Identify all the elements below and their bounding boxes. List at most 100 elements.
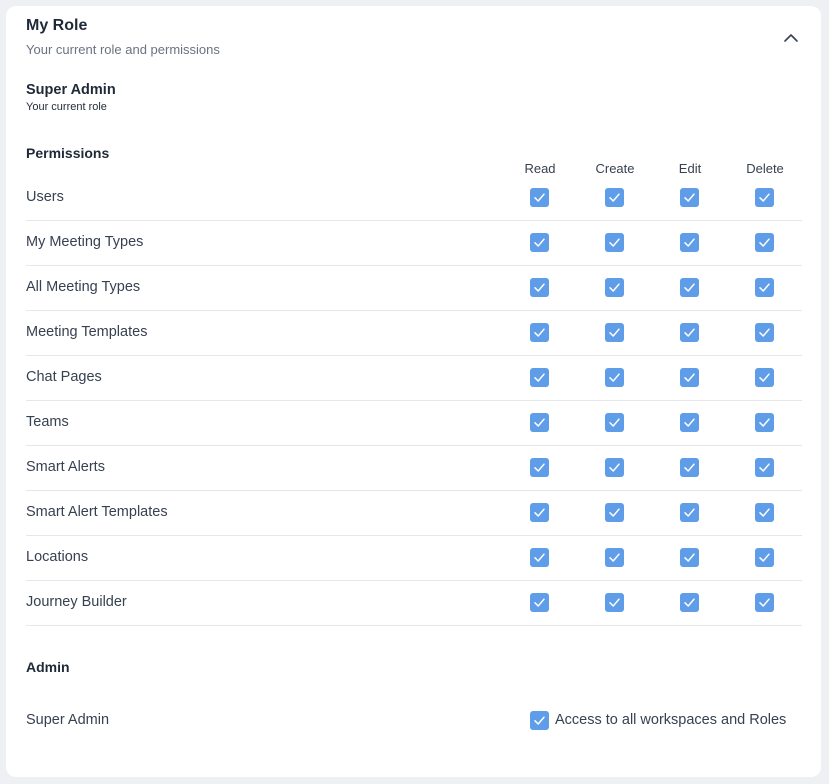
admin-access-label: Access to all workspaces and Roles	[555, 712, 787, 728]
create-checkbox[interactable]	[605, 503, 624, 522]
create-checkbox[interactable]	[605, 188, 624, 207]
delete-checkbox[interactable]	[755, 233, 774, 252]
create-checkbox[interactable]	[605, 368, 624, 387]
delete-checkbox[interactable]	[755, 278, 774, 297]
check-icon	[609, 598, 620, 607]
edit-checkbox[interactable]	[680, 503, 699, 522]
delete-checkbox[interactable]	[755, 593, 774, 612]
edit-checkbox[interactable]	[680, 323, 699, 342]
read-checkbox[interactable]	[530, 458, 549, 477]
check-icon	[534, 328, 545, 337]
check-icon	[759, 598, 770, 607]
check-icon	[759, 463, 770, 472]
read-checkbox[interactable]	[530, 548, 549, 567]
edit-checkbox[interactable]	[680, 413, 699, 432]
permissions-heading: Permissions	[26, 145, 110, 161]
admin-access-checkbox[interactable]	[530, 711, 549, 730]
check-icon	[609, 508, 620, 517]
check-icon	[684, 598, 695, 607]
check-icon	[684, 508, 695, 517]
edit-checkbox[interactable]	[680, 188, 699, 207]
permission-row-label: Smart Alerts	[26, 459, 105, 475]
check-icon	[534, 716, 545, 725]
create-checkbox[interactable]	[605, 323, 624, 342]
create-checkbox[interactable]	[605, 548, 624, 567]
delete-checkbox[interactable]	[755, 503, 774, 522]
card-title: My Role	[26, 17, 88, 34]
check-icon	[759, 418, 770, 427]
permission-row-label: Journey Builder	[26, 594, 127, 610]
check-icon	[759, 328, 770, 337]
collapse-button[interactable]	[776, 24, 806, 50]
check-icon	[684, 373, 695, 382]
check-icon	[759, 508, 770, 517]
permission-row: My Meeting Types	[26, 221, 802, 266]
permission-row-label: Locations	[26, 549, 89, 565]
check-icon	[609, 463, 620, 472]
edit-checkbox[interactable]	[680, 368, 699, 387]
permission-row-label: My Meeting Types	[26, 234, 144, 250]
read-checkbox[interactable]	[530, 233, 549, 252]
create-checkbox[interactable]	[605, 458, 624, 477]
delete-checkbox[interactable]	[755, 458, 774, 477]
check-icon	[534, 193, 545, 202]
admin-heading: Admin	[26, 659, 70, 675]
admin-role-label: Super Admin	[26, 712, 110, 728]
role-subtitle: Your current role	[26, 101, 107, 113]
edit-checkbox[interactable]	[680, 548, 699, 567]
check-icon	[684, 238, 695, 247]
chevron-up-icon	[784, 34, 798, 42]
check-icon	[534, 283, 545, 292]
check-icon	[759, 553, 770, 562]
read-checkbox[interactable]	[530, 413, 549, 432]
check-icon	[684, 283, 695, 292]
check-icon	[684, 553, 695, 562]
read-checkbox[interactable]	[530, 278, 549, 297]
check-icon	[759, 193, 770, 202]
read-checkbox[interactable]	[530, 368, 549, 387]
column-header-create: Create	[595, 161, 635, 176]
create-checkbox[interactable]	[605, 233, 624, 252]
check-icon	[534, 418, 545, 427]
permission-row-label: Meeting Templates	[26, 324, 148, 340]
read-checkbox[interactable]	[530, 593, 549, 612]
card-subtitle: Your current role and permissions	[26, 42, 220, 57]
permission-row: Meeting Templates	[26, 311, 802, 356]
check-icon	[684, 463, 695, 472]
delete-checkbox[interactable]	[755, 548, 774, 567]
edit-checkbox[interactable]	[680, 278, 699, 297]
permission-row-label: All Meeting Types	[26, 279, 141, 295]
read-checkbox[interactable]	[530, 323, 549, 342]
check-icon	[759, 373, 770, 382]
permission-row: All Meeting Types	[26, 266, 802, 311]
check-icon	[684, 193, 695, 202]
check-icon	[684, 328, 695, 337]
create-checkbox[interactable]	[605, 593, 624, 612]
check-icon	[759, 238, 770, 247]
check-icon	[609, 418, 620, 427]
permission-row-label: Chat Pages	[26, 369, 102, 385]
check-icon	[609, 373, 620, 382]
delete-checkbox[interactable]	[755, 323, 774, 342]
delete-checkbox[interactable]	[755, 368, 774, 387]
column-header-edit: Edit	[678, 161, 702, 176]
create-checkbox[interactable]	[605, 278, 624, 297]
delete-checkbox[interactable]	[755, 188, 774, 207]
permission-row: Teams	[26, 401, 802, 446]
edit-checkbox[interactable]	[680, 593, 699, 612]
role-name: Super Admin	[26, 82, 116, 98]
check-icon	[609, 238, 620, 247]
create-checkbox[interactable]	[605, 413, 624, 432]
permission-row: Chat Pages	[26, 356, 802, 401]
permission-row-label: Teams	[26, 414, 69, 430]
edit-checkbox[interactable]	[680, 458, 699, 477]
read-checkbox[interactable]	[530, 188, 549, 207]
my-role-card: My Role Your current role and permission…	[6, 6, 821, 777]
edit-checkbox[interactable]	[680, 233, 699, 252]
permission-row: Smart Alert Templates	[26, 491, 802, 536]
delete-checkbox[interactable]	[755, 413, 774, 432]
check-icon	[534, 463, 545, 472]
read-checkbox[interactable]	[530, 503, 549, 522]
check-icon	[609, 193, 620, 202]
column-header-read: Read	[524, 161, 556, 176]
